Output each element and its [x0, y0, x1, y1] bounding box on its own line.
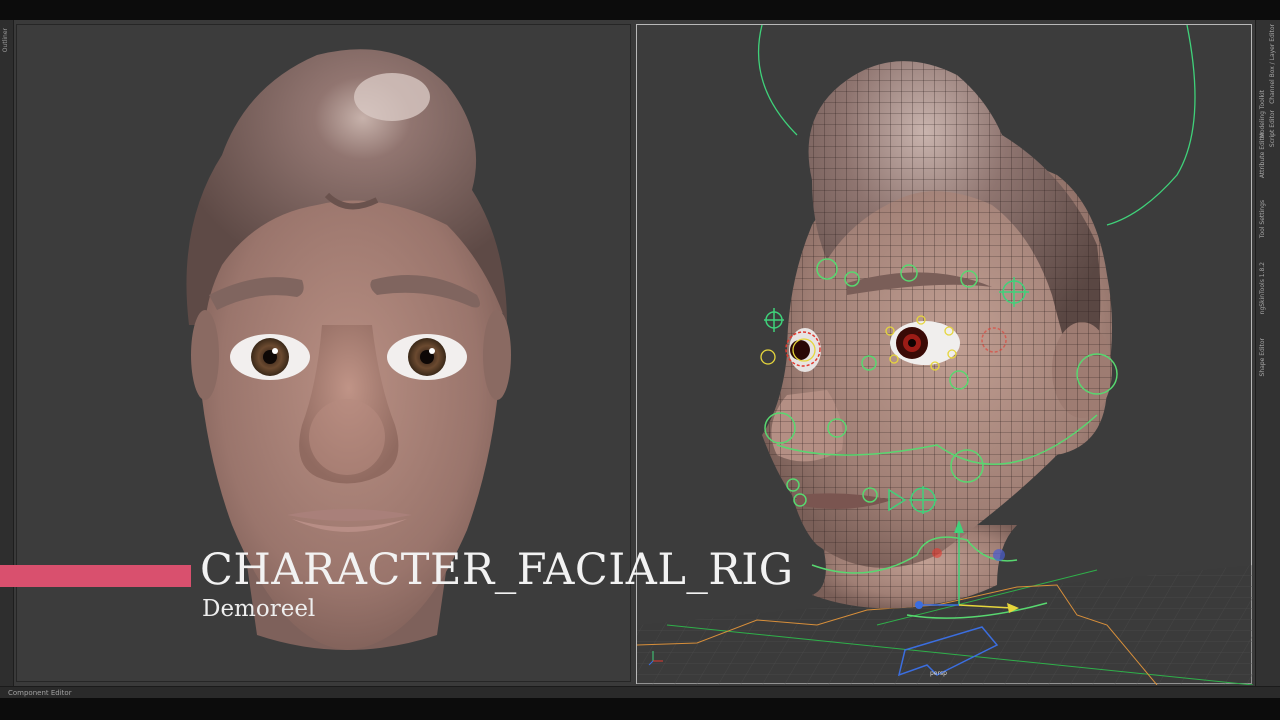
tab-attribute-editor[interactable]: Attribute Editor [1259, 132, 1266, 178]
bottom-letterbox [0, 698, 1280, 720]
right-dock-tabs: Modeling Toolkit Attribute Editor Tool S… [1255, 20, 1280, 686]
tab-tool-settings[interactable]: Tool Settings [1259, 200, 1266, 238]
tab-shape-editor[interactable]: Shape Editor [1259, 338, 1266, 376]
tab-channel-box[interactable]: Channel Box / Layer Editor [1269, 24, 1276, 104]
title-accent-bar [0, 565, 191, 587]
tab-script-editor[interactable]: Script Editor [1269, 110, 1276, 147]
outliner-tab[interactable]: Outliner [2, 28, 9, 52]
top-letterbox [0, 0, 1280, 20]
tab-ngskintools[interactable]: ngSkinTools 1.8.2 [1259, 262, 1266, 314]
reel-title: CHARACTER_FACIAL_RIG [200, 545, 794, 595]
reel-subtitle: Demoreel [202, 596, 316, 622]
camera-label: persp [930, 670, 947, 677]
component-editor-tab[interactable]: Component Editor [8, 689, 72, 697]
